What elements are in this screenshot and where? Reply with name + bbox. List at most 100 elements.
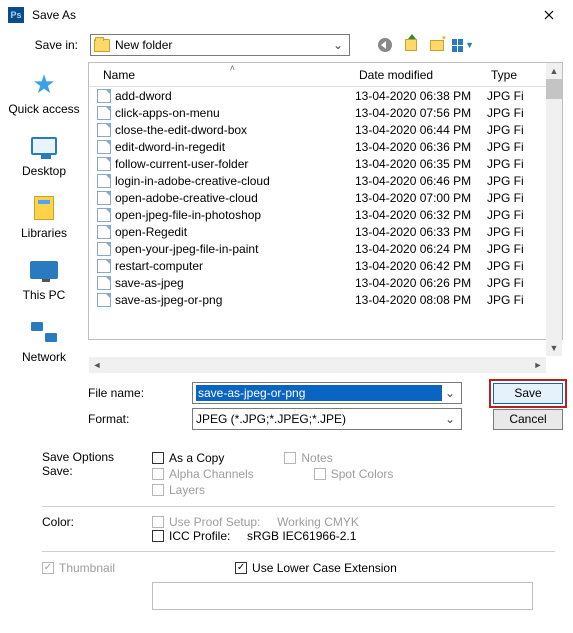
save-button[interactable]: Save (493, 383, 563, 404)
folder-icon (94, 39, 110, 52)
save-in-combo[interactable]: New folder ⌄ (90, 34, 350, 56)
file-row[interactable]: save-as-jpeg-or-png13-04-2020 08:08 PMJP… (97, 291, 562, 308)
place-libraries[interactable]: Libraries (0, 190, 88, 244)
lowercase-ext-checkbox[interactable]: Use Lower Case Extension (235, 561, 397, 575)
format-combo[interactable]: JPEG (*.JPG;*.JPEG;*.JPE) ⌄ (192, 408, 462, 430)
file-date: 13-04-2020 06:36 PM (355, 140, 487, 154)
file-name: save-as-jpeg-or-png (115, 293, 355, 307)
chevron-down-icon: ▼ (465, 40, 474, 50)
monitor-icon (30, 261, 58, 279)
save-options-panel: Save Options Save: As a Copy Notes Alpha… (32, 440, 563, 616)
file-icon (97, 242, 111, 256)
file-type: JPG Fi (487, 157, 537, 171)
warning-box (152, 582, 533, 610)
file-type: JPG Fi (487, 208, 537, 222)
new-folder-button[interactable] (426, 34, 448, 56)
file-date: 13-04-2020 06:42 PM (355, 259, 487, 273)
file-name: add-dword (115, 89, 355, 103)
app-icon: Ps (8, 7, 24, 23)
file-type: JPG Fi (487, 140, 537, 154)
file-row[interactable]: restart-computer13-04-2020 06:42 PMJPG F… (97, 257, 562, 274)
file-type: JPG Fi (487, 174, 537, 188)
column-headers: Name˄ Date modified Type (89, 63, 562, 87)
file-type: JPG Fi (487, 293, 537, 307)
column-name[interactable]: Name˄ (97, 64, 353, 86)
file-rows[interactable]: add-dword13-04-2020 06:38 PMJPG Ficlick-… (89, 87, 562, 308)
notes-checkbox: Notes (284, 451, 332, 465)
place-quick-access[interactable]: ★Quick access (0, 66, 88, 120)
file-name: open-adobe-creative-cloud (115, 191, 355, 205)
file-type: JPG Fi (487, 259, 537, 273)
file-name: open-jpeg-file-in-photoshop (115, 208, 355, 222)
views-button[interactable]: ▼ (452, 34, 474, 56)
horizontal-scrollbar[interactable]: ◄ ► (89, 357, 546, 373)
scroll-up-button[interactable]: ▲ (546, 63, 562, 79)
file-row[interactable]: add-dword13-04-2020 06:38 PMJPG Fi (97, 87, 562, 104)
file-type: JPG Fi (487, 242, 537, 256)
file-name: login-in-adobe-creative-cloud (115, 174, 355, 188)
arrow-left-icon (378, 38, 392, 52)
file-icon (97, 157, 111, 171)
file-date: 13-04-2020 08:08 PM (355, 293, 487, 307)
file-date: 13-04-2020 06:38 PM (355, 89, 487, 103)
file-row[interactable]: follow-current-user-folder13-04-2020 06:… (97, 155, 562, 172)
file-type: JPG Fi (487, 89, 537, 103)
column-date[interactable]: Date modified (353, 64, 485, 86)
scroll-left-button[interactable]: ◄ (89, 357, 105, 373)
filename-label: File name: (88, 386, 186, 400)
places-bar: ★Quick access Desktop Libraries This PC … (0, 60, 88, 374)
layers-checkbox: Layers (152, 483, 205, 497)
chevron-down-icon: ⌄ (330, 38, 346, 52)
file-row[interactable]: click-apps-on-menu13-04-2020 07:56 PMJPG… (97, 104, 562, 121)
chevron-down-icon: ⌄ (442, 386, 458, 400)
file-date: 13-04-2020 06:24 PM (355, 242, 487, 256)
file-row[interactable]: login-in-adobe-creative-cloud13-04-2020 … (97, 172, 562, 189)
file-type: JPG Fi (487, 191, 537, 205)
file-type: JPG Fi (487, 276, 537, 290)
file-name: open-Regedit (115, 225, 355, 239)
file-row[interactable]: save-as-jpeg13-04-2020 06:26 PMJPG Fi (97, 274, 562, 291)
file-date: 13-04-2020 06:33 PM (355, 225, 487, 239)
file-name: edit-dword-in-regedit (115, 140, 355, 154)
file-icon (97, 191, 111, 205)
file-name: open-your-jpeg-file-in-paint (115, 242, 355, 256)
save-options-header: Save Options (42, 450, 152, 464)
file-row[interactable]: open-adobe-creative-cloud13-04-2020 07:0… (97, 189, 562, 206)
place-network[interactable]: Network (0, 314, 88, 368)
close-icon (544, 10, 554, 20)
format-label: Format: (88, 412, 186, 426)
file-row[interactable]: edit-dword-in-regedit13-04-2020 06:36 PM… (97, 138, 562, 155)
file-list-pane: Name˄ Date modified Type add-dword13-04-… (88, 62, 563, 374)
scroll-down-button[interactable]: ▼ (546, 340, 562, 356)
place-this-pc[interactable]: This PC (0, 252, 88, 306)
file-row[interactable]: open-your-jpeg-file-in-paint13-04-2020 0… (97, 240, 562, 257)
file-row[interactable]: open-jpeg-file-in-photoshop13-04-2020 06… (97, 206, 562, 223)
save-sublabel: Save: (42, 464, 152, 478)
save-in-row: Save in: New folder ⌄ ▼ (0, 30, 573, 60)
icc-profile-checkbox[interactable]: ICC Profile: sRGB IEC61966-2.1 (152, 529, 555, 543)
cancel-button[interactable]: Cancel (493, 409, 563, 430)
folder-up-icon (405, 39, 417, 51)
column-type[interactable]: Type (485, 64, 535, 86)
file-name: close-the-edit-dword-box (115, 123, 355, 137)
place-desktop[interactable]: Desktop (0, 128, 88, 182)
file-date: 13-04-2020 06:32 PM (355, 208, 487, 222)
as-a-copy-checkbox[interactable]: As a Copy (152, 451, 224, 465)
file-row[interactable]: close-the-edit-dword-box13-04-2020 06:44… (97, 121, 562, 138)
new-folder-icon (430, 40, 444, 51)
file-icon (97, 174, 111, 188)
chevron-down-icon: ⌄ (442, 412, 458, 426)
file-row[interactable]: open-Regedit13-04-2020 06:33 PMJPG Fi (97, 223, 562, 240)
filename-combo[interactable]: save-as-jpeg-or-png ⌄ (192, 382, 462, 404)
vertical-scrollbar[interactable]: ▲ ▼ (546, 63, 562, 356)
scroll-right-button[interactable]: ► (530, 357, 546, 373)
back-button[interactable] (374, 34, 396, 56)
file-icon (97, 259, 111, 273)
close-button[interactable] (527, 0, 571, 30)
up-button[interactable] (400, 34, 422, 56)
file-date: 13-04-2020 06:35 PM (355, 157, 487, 171)
save-in-value: New folder (115, 38, 330, 52)
file-date: 13-04-2020 06:26 PM (355, 276, 487, 290)
thumbnail-checkbox: Thumbnail (42, 561, 115, 575)
scroll-thumb[interactable] (546, 79, 562, 99)
